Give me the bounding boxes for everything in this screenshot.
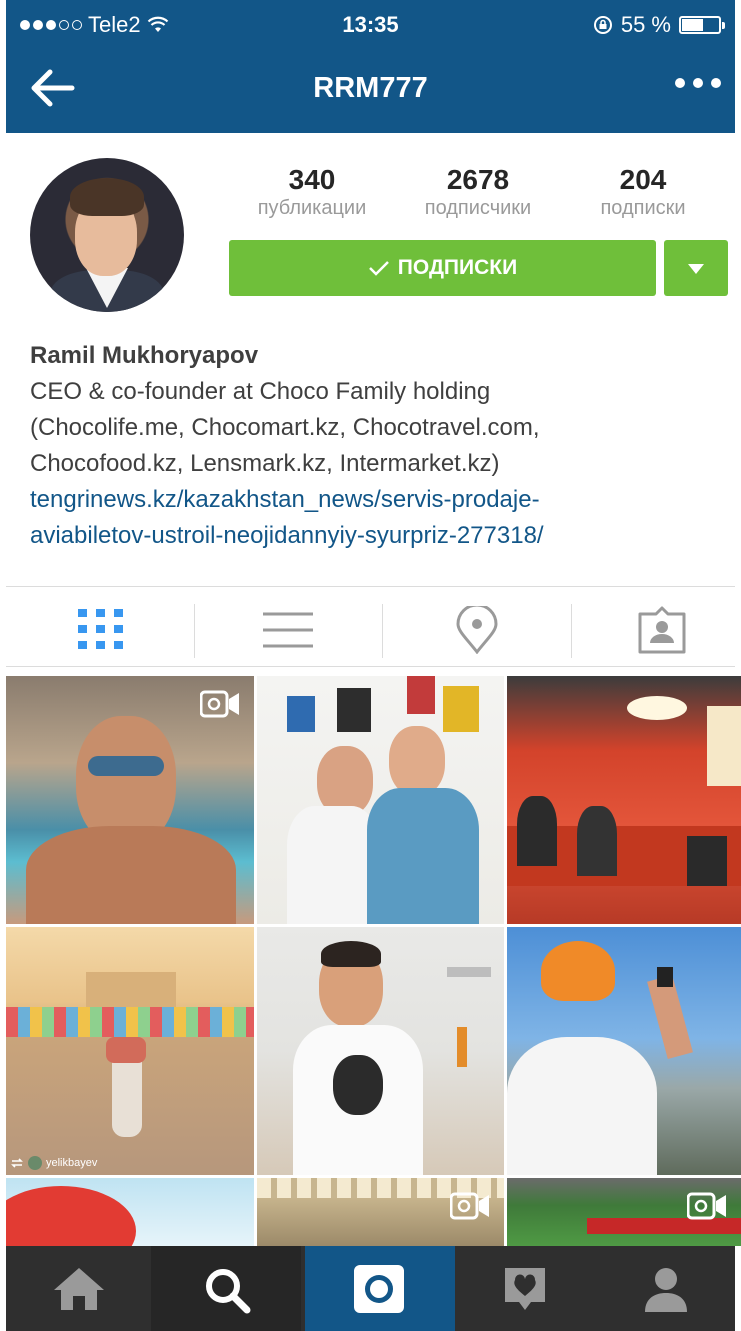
posts-count: 340 (288, 164, 336, 195)
photo-tile[interactable] (257, 1178, 504, 1246)
tab-tagged[interactable] (572, 596, 735, 662)
photo-tile[interactable] (257, 927, 504, 1175)
triangle-down-icon (688, 264, 704, 274)
tab-location[interactable] (383, 596, 571, 662)
page-title: RRM777 (313, 72, 428, 104)
top-bar: Tele2 13:35 55 % RRM777 (6, 0, 735, 133)
bio-line: Chocofood.kz, Lensmark.kz, Intermarket.k… (30, 450, 500, 477)
tab-grid[interactable] (6, 596, 194, 662)
following-label: подписки (600, 197, 686, 219)
more-options-icon[interactable] (675, 78, 721, 88)
stat-following[interactable]: 204 подписки (584, 165, 702, 221)
followers-count: 2678 (446, 164, 510, 195)
suggestions-dropdown-button[interactable] (664, 240, 728, 296)
photo-tile[interactable] (507, 927, 741, 1175)
tab-home[interactable] (6, 1246, 151, 1331)
rotation-lock-icon (593, 16, 612, 34)
list-icon (263, 612, 313, 648)
camera-icon (354, 1265, 404, 1313)
checkmark-icon (368, 261, 389, 276)
photo-tile[interactable]: yelikbayev (6, 927, 254, 1175)
bio-link[interactable]: tengrinews.kz/kazakhstan_news/servis-pro… (30, 482, 720, 518)
repost-tag: yelikbayev (10, 1153, 97, 1173)
battery-percent: 55 % (620, 12, 671, 37)
profile-name: Ramil Mukhoryapov (30, 342, 259, 369)
bio-line: CEO & co-founder at Choco Family holding (30, 378, 491, 405)
photo-tile[interactable] (507, 676, 741, 924)
tab-profile[interactable] (595, 1246, 735, 1331)
tab-list[interactable] (195, 596, 382, 662)
profile-icon (645, 1268, 687, 1312)
tab-camera[interactable] (305, 1246, 455, 1331)
repost-username: yelikbayev (46, 1157, 98, 1169)
photo-tile[interactable] (257, 676, 504, 924)
repost-icon (11, 1158, 23, 1168)
divider (6, 666, 735, 667)
tab-search[interactable] (151, 1246, 301, 1331)
battery-icon (679, 16, 725, 34)
bottom-tab-bar (6, 1246, 735, 1331)
avatar[interactable] (30, 158, 184, 312)
tab-activity[interactable] (455, 1246, 595, 1331)
video-icon (687, 1192, 726, 1220)
following-button-label: ПОДПИСКИ (397, 256, 518, 279)
status-bar: Tele2 13:35 55 % (6, 0, 735, 52)
followers-label: подписчики (424, 197, 532, 219)
bio-link[interactable]: aviabiletov-ustroil-neojidannyiy-syurpri… (30, 518, 720, 554)
grid-icon (78, 609, 123, 649)
posts-label: публикации (257, 197, 367, 219)
video-icon (200, 690, 239, 718)
photo-tile[interactable] (6, 1178, 254, 1246)
following-count: 204 (619, 164, 667, 195)
video-icon (450, 1192, 489, 1220)
divider (6, 586, 735, 587)
following-button[interactable]: ПОДПИСКИ (229, 240, 656, 296)
location-icon (456, 606, 498, 654)
bio-line: (Chocolife.me, Chocomart.kz, Chocotravel… (30, 414, 540, 441)
photo-tile[interactable] (6, 676, 254, 924)
bio: Ramil Mukhoryapov CEO & co-founder at Ch… (30, 338, 720, 554)
stat-posts[interactable]: 340 публикации (244, 165, 380, 221)
activity-heart-icon (505, 1268, 545, 1310)
tagged-icon (638, 606, 686, 654)
status-right: 55 % (593, 12, 725, 38)
home-icon (54, 1268, 104, 1310)
stat-followers[interactable]: 2678 подписчики (406, 165, 550, 221)
photo-tile[interactable] (507, 1178, 741, 1246)
search-icon (206, 1269, 251, 1314)
avatar (28, 1156, 42, 1170)
